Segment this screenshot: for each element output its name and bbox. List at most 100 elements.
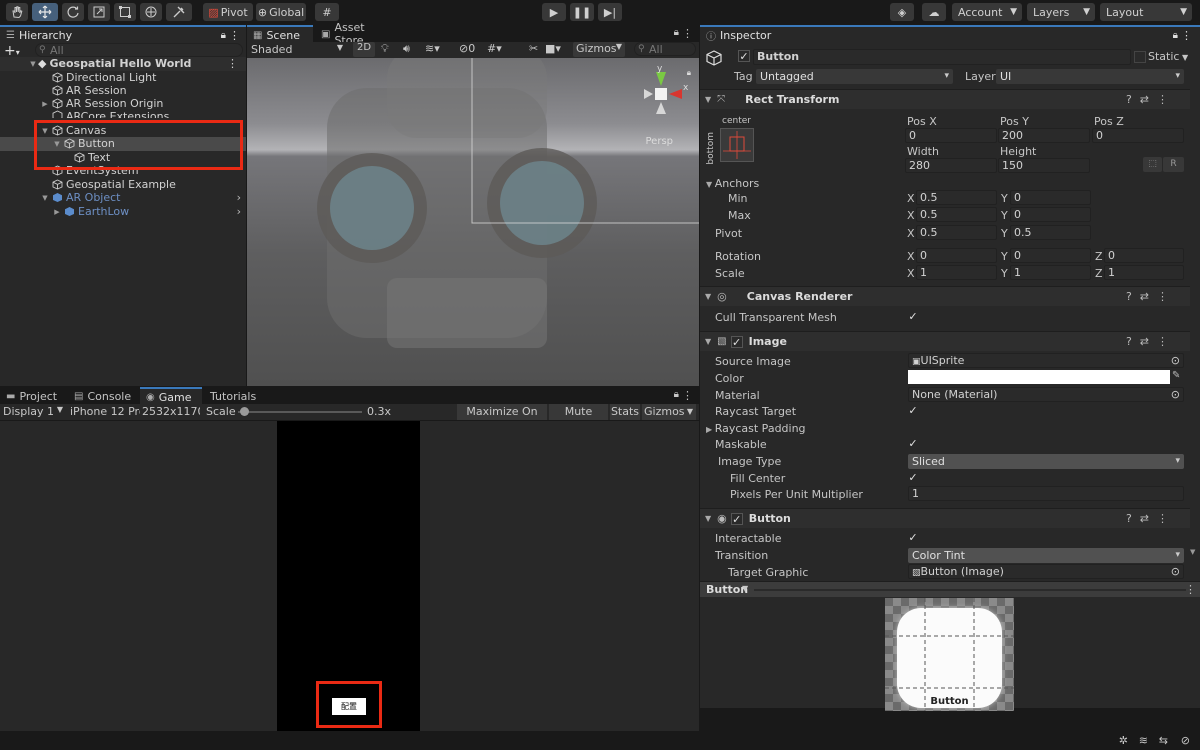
layers-icon[interactable]: ≋ <box>1139 734 1148 747</box>
transition-dropdown[interactable]: Color Tint <box>908 548 1184 563</box>
chevron-right-icon[interactable]: › <box>237 191 241 204</box>
lock-icon[interactable]: 🔒︎ <box>1173 30 1178 41</box>
more-icon[interactable]: ⋮ <box>227 57 238 70</box>
rotation-z-field[interactable]: 0 <box>1104 248 1184 263</box>
bug-icon[interactable]: ✲ <box>1119 734 1128 747</box>
audio-toggle[interactable]: 🔊︎ <box>403 42 410 56</box>
grid-dropdown[interactable]: #▾ <box>487 42 502 55</box>
hierarchy-item[interactable]: ▶ AR Session Origin <box>0 97 246 111</box>
scale-tool-button[interactable] <box>88 3 110 21</box>
transform-tool-button[interactable] <box>140 3 162 21</box>
ppu-field[interactable]: 1 <box>908 486 1184 501</box>
more-icon[interactable]: ⋮ <box>1185 583 1196 596</box>
layout-dropdown[interactable]: Layout ▼ <box>1100 3 1192 21</box>
component-header-icons[interactable]: ?⇄⋮ <box>1126 335 1176 348</box>
color-swatch[interactable] <box>908 370 1170 384</box>
layers-dropdown[interactable]: Layers ▼ <box>1027 3 1095 21</box>
static-dropdown[interactable]: Static ▼ <box>1148 50 1188 63</box>
scene-viewport[interactable]: y x 🔒︎ Persp <box>247 58 699 386</box>
scale-z-field[interactable]: 1 <box>1104 265 1184 280</box>
scale-x-field[interactable]: 1 <box>916 265 997 280</box>
object-picker-icon[interactable]: ⊙ <box>1171 354 1180 367</box>
cull-mesh-checkbox[interactable]: ✓ <box>907 311 919 323</box>
anchor-presets-button[interactable] <box>720 128 754 162</box>
network-icon[interactable]: ⇆ <box>1159 734 1168 747</box>
anchor-min-y-field[interactable]: 0 <box>1010 190 1091 205</box>
tab-tutorials[interactable]: Tutorials <box>204 387 264 405</box>
expand-arrow-icon[interactable]: ▼ <box>40 194 50 202</box>
image-type-dropdown[interactable]: Sliced <box>908 454 1184 469</box>
hierarchy-item[interactable]: Geospatial Example <box>0 178 246 192</box>
collab-button[interactable]: ◈ <box>890 3 914 21</box>
height-field[interactable]: 150 <box>998 158 1090 173</box>
scroll-down-arrow-icon[interactable]: ▼ <box>1190 548 1195 556</box>
eyedropper-icon[interactable]: ✎ <box>1172 370 1180 381</box>
more-icon[interactable]: ⋮ <box>229 29 240 42</box>
target-graphic-field[interactable]: ▧Button (Image) ⊙ <box>908 564 1184 579</box>
anchor-min-x-field[interactable]: 0.5 <box>916 190 997 205</box>
preview-resize-handle[interactable] <box>754 589 1186 591</box>
device-dropdown[interactable]: iPhone 12 Pro <box>70 405 140 419</box>
stats-toggle[interactable]: Stats <box>610 404 640 420</box>
hierarchy-search-input[interactable]: ⚲ All <box>35 43 243 57</box>
lock-icon[interactable]: 🔒︎ <box>221 30 226 41</box>
pivot-toggle[interactable]: ▨ Pivot <box>203 3 253 21</box>
rotation-x-field[interactable]: 0 <box>916 248 997 263</box>
2d-toggle[interactable]: 2D <box>353 42 375 57</box>
custom-tool-button[interactable] <box>166 3 192 21</box>
hierarchy-item-prefab[interactable]: ▶ EarthLow › <box>0 205 246 219</box>
rect-transform-header[interactable]: ▼ ⤧ Rect Transform ?⇄⋮ <box>700 89 1190 109</box>
maximize-on-play-toggle[interactable]: Maximize On Play <box>457 404 547 434</box>
component-header-icons[interactable]: ?⇄⋮ <box>1126 290 1176 303</box>
more-icon[interactable]: ⋮ <box>682 27 693 40</box>
layer-dropdown[interactable]: UI <box>996 69 1184 84</box>
posy-field[interactable]: 200 <box>998 128 1090 143</box>
source-image-field[interactable]: ▣UISprite ⊙ <box>908 353 1184 368</box>
tab-scene[interactable]: ▦ Scene <box>247 25 313 43</box>
object-picker-icon[interactable]: ⊙ <box>1171 388 1180 401</box>
move-tool-button[interactable] <box>32 3 58 21</box>
anchor-max-y-field[interactable]: 0 <box>1010 207 1091 222</box>
scale-slider-track[interactable] <box>238 411 362 413</box>
tools-toggle[interactable]: ✂ <box>529 42 538 55</box>
preview-header[interactable]: Button ▼ ⋮ <box>700 581 1200 597</box>
raycast-padding-foldout[interactable]: ▶ Raycast Padding <box>706 422 806 435</box>
raw-edit-button[interactable]: R <box>1163 157 1184 172</box>
grid-snap-button[interactable]: # <box>315 3 339 21</box>
shading-dropdown[interactable]: Shaded ▼ <box>251 43 347 57</box>
lock-icon[interactable]: 🔒︎ <box>674 389 679 400</box>
persp-label[interactable]: Persp <box>646 136 674 147</box>
resolution-dropdown[interactable]: 2532x1170 <box>142 405 200 419</box>
gizmos-dropdown[interactable]: Gizmos ▼ <box>573 42 625 57</box>
more-icon[interactable]: ⋮ <box>1181 29 1192 42</box>
global-toggle[interactable]: ⊕ Global <box>256 3 306 21</box>
hierarchy-item-prefab[interactable]: ▼ AR Object › <box>0 191 246 205</box>
static-checkbox[interactable] <box>1134 51 1146 63</box>
raycast-target-checkbox[interactable]: ✓ <box>907 405 919 417</box>
posx-field[interactable]: 0 <box>905 128 997 143</box>
pivot-y-field[interactable]: 0.5 <box>1010 225 1091 240</box>
image-enabled-checkbox[interactable]: ✓ <box>730 335 743 348</box>
mute-audio-toggle[interactable]: Mute Audio <box>549 404 608 434</box>
lighting-toggle[interactable]: 💡︎ <box>381 42 389 56</box>
scene-search-input[interactable]: ⚲ All <box>634 42 696 56</box>
posz-field[interactable]: 0 <box>1092 128 1184 143</box>
play-button[interactable]: ▶ <box>542 3 566 21</box>
effects-dropdown[interactable]: ≋▾ <box>425 42 440 55</box>
scene-lock-icon[interactable]: 🔒︎ <box>687 68 691 78</box>
tab-hierarchy[interactable]: ☰ Hierarchy 🔒︎ ⋮ <box>0 25 246 43</box>
hierarchy-item[interactable]: Directional Light <box>0 71 246 85</box>
interactable-checkbox[interactable]: ✓ <box>907 532 919 544</box>
rotation-y-field[interactable]: 0 <box>1010 248 1091 263</box>
material-field[interactable]: None (Material) ⊙ <box>908 387 1184 402</box>
tag-dropdown[interactable]: Untagged <box>756 69 953 84</box>
object-name-field[interactable]: Button <box>753 49 1131 65</box>
game-gizmos-dropdown[interactable]: Gizmos ▼ <box>642 404 696 420</box>
cloud-button[interactable]: ☁ <box>922 3 946 21</box>
account-dropdown[interactable]: Account ▼ <box>952 3 1022 21</box>
scale-slider-thumb[interactable] <box>240 407 250 416</box>
step-button[interactable]: ▶| <box>598 3 622 21</box>
pivot-x-field[interactable]: 0.5 <box>916 225 997 240</box>
camera-dropdown[interactable]: ■▾ <box>545 42 561 55</box>
display-dropdown[interactable]: Display 1 ▼ <box>3 405 65 419</box>
